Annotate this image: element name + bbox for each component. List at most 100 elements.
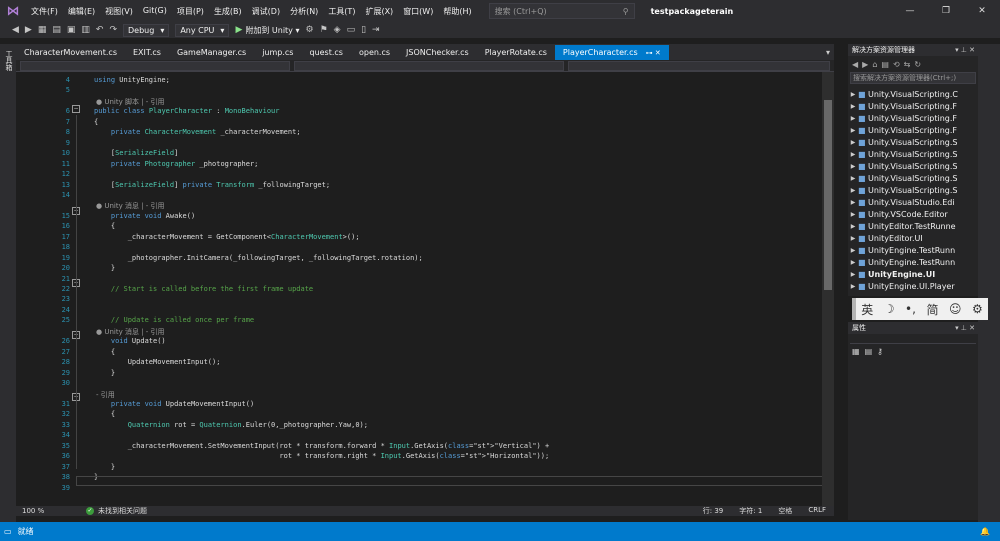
- tab-playerrotate-cs[interactable]: PlayerRotate.cs: [477, 45, 555, 60]
- tab-overflow-icon[interactable]: ▾: [826, 48, 834, 57]
- tab-playercharacter-cs[interactable]: PlayerCharacter.cs ⊶ ✕: [554, 45, 669, 60]
- ime-button[interactable]: 英: [861, 301, 873, 318]
- expand-arrow-icon[interactable]: ▶: [848, 91, 858, 98]
- eol-indicator[interactable]: CRLF: [808, 506, 826, 516]
- back-icon[interactable]: ◀: [12, 25, 19, 35]
- save-icon[interactable]: ▣: [67, 25, 76, 35]
- home-icon[interactable]: ⌂: [872, 60, 877, 69]
- tab-charactermovement-cs[interactable]: CharacterMovement.cs: [16, 45, 125, 60]
- switch-view-icon[interactable]: ▤: [881, 60, 889, 69]
- comment-icon[interactable]: ▭: [347, 25, 356, 35]
- code-line[interactable]: Quaternion rot = Quaternion.Euler(0,_pho…: [94, 421, 368, 429]
- solution-tree-item[interactable]: ▶ ■ Unity.VisualScripting.F: [848, 100, 978, 112]
- forward-icon[interactable]: ▶: [25, 25, 32, 35]
- solution-tree-item[interactable]: ▶ ■ Unity.VisualScripting.S: [848, 184, 978, 196]
- menu-item[interactable]: 扩展(X): [360, 6, 398, 17]
- codelens-hint[interactable]: ● Unity 消息 | - 引用: [96, 327, 165, 337]
- solution-tree-item[interactable]: ▶ ■ Unity.VisualScripting.F: [848, 124, 978, 136]
- sync-icon[interactable]: ⇆: [904, 60, 911, 69]
- solution-tree-item[interactable]: ▶ ■ UnityEngine.TestRunn: [848, 256, 978, 268]
- code-line[interactable]: private Photographer _photographer;: [94, 160, 259, 168]
- expand-arrow-icon[interactable]: ▶: [848, 127, 858, 134]
- tab-gamemanager-cs[interactable]: GameManager.cs: [169, 45, 254, 60]
- tab-close-icon[interactable]: ⊶ ✕: [646, 49, 661, 57]
- config-select[interactable]: Debug ▾: [123, 23, 170, 37]
- properties-object-select[interactable]: [850, 334, 976, 344]
- code-line[interactable]: // Start is called before the first fram…: [94, 285, 313, 293]
- menu-item[interactable]: 调试(D): [247, 6, 285, 17]
- vertical-scrollbar[interactable]: [822, 72, 834, 506]
- codelens-hint[interactable]: - 引用: [96, 390, 115, 400]
- solution-tree-item[interactable]: ▶ ■ Unity.VisualScripting.C: [848, 88, 978, 100]
- search-box[interactable]: 搜索 (Ctrl+Q) ⚲: [488, 3, 635, 19]
- expand-arrow-icon[interactable]: ▶: [848, 139, 858, 146]
- expand-arrow-icon[interactable]: ▶: [848, 259, 858, 266]
- spaces-indicator[interactable]: 空格: [778, 506, 792, 516]
- indent-icon[interactable]: ⇥: [372, 25, 380, 35]
- expand-arrow-icon[interactable]: ▶: [848, 163, 858, 170]
- expand-arrow-icon[interactable]: ▶: [848, 235, 858, 242]
- expand-arrow-icon[interactable]: ▶: [848, 103, 858, 110]
- code-line[interactable]: {: [94, 410, 115, 418]
- bookmark-icon[interactable]: ⚑: [320, 25, 328, 35]
- solution-tree-item[interactable]: ▶ ■ Unity.VisualScripting.S: [848, 148, 978, 160]
- code-line[interactable]: _characterMovement.SetMovementInput(rot …: [94, 442, 549, 450]
- solution-tree-item[interactable]: ▶ ■ Unity.VisualStudio.Edi: [848, 196, 978, 208]
- solution-tree-item[interactable]: ▶ ■ UnityEngine.TestRunn: [848, 244, 978, 256]
- ime-button[interactable]: ☺: [949, 302, 962, 316]
- menu-item[interactable]: 视图(V): [100, 6, 138, 17]
- tab-open-cs[interactable]: open.cs: [351, 45, 398, 60]
- member-nav-dropdown[interactable]: [568, 61, 830, 71]
- menu-item[interactable]: 分析(N): [285, 6, 323, 17]
- redo-icon[interactable]: ↷: [109, 25, 117, 35]
- code-line[interactable]: rot * transform.right * Input.GetAxis(cl…: [94, 452, 549, 460]
- solution-tree-item[interactable]: ▶ ■ UnityEditor.UI: [848, 232, 978, 244]
- project-nav-dropdown[interactable]: [20, 61, 290, 71]
- menu-item[interactable]: 编辑(E): [63, 6, 100, 17]
- expand-arrow-icon[interactable]: ▶: [848, 175, 858, 182]
- code-line[interactable]: }: [94, 264, 115, 272]
- back-icon[interactable]: ◀: [852, 60, 858, 69]
- minimize-button[interactable]: —: [892, 6, 928, 16]
- ime-button[interactable]: ⚙: [972, 302, 983, 316]
- ime-button[interactable]: 简: [926, 301, 938, 318]
- expand-arrow-icon[interactable]: ▶: [848, 115, 858, 122]
- fold-toggle-class[interactable]: −: [72, 105, 80, 113]
- platform-select[interactable]: Any CPU ▾: [175, 23, 230, 37]
- property-pages-icon[interactable]: ⚷: [877, 347, 883, 356]
- uncomment-icon[interactable]: ▯: [361, 25, 366, 35]
- toolbox-tab[interactable]: 工具箱: [4, 50, 14, 71]
- scrollbar-thumb[interactable]: [824, 100, 832, 290]
- tab-jump-cs[interactable]: jump.cs: [254, 45, 301, 60]
- code-line[interactable]: }: [94, 463, 115, 471]
- pending-changes-icon[interactable]: ⟲: [893, 60, 900, 69]
- menu-item[interactable]: 工具(T): [323, 6, 360, 17]
- solution-tree-item[interactable]: ▶ ■ UnityEngine.UI.Player: [848, 280, 978, 292]
- open-folder-icon[interactable]: ▤: [52, 25, 61, 35]
- solution-tree-item[interactable]: ▶ ■ Unity.VSCode.Editor: [848, 208, 978, 220]
- code-line[interactable]: {: [94, 222, 115, 230]
- expand-arrow-icon[interactable]: ▶: [848, 187, 858, 194]
- save-all-icon[interactable]: ▥: [81, 25, 90, 35]
- issues-indicator[interactable]: ✓ 未找到相关问题: [86, 506, 147, 516]
- code-line[interactable]: _photographer.InitCamera(_followingTarge…: [94, 254, 423, 262]
- forward-icon[interactable]: ▶: [862, 60, 868, 69]
- expand-arrow-icon[interactable]: ▶: [848, 199, 858, 206]
- codelens-hint[interactable]: ● Unity 脚本 | - 引用: [96, 97, 165, 107]
- code-line[interactable]: {: [94, 118, 98, 126]
- expand-arrow-icon[interactable]: ▶: [848, 211, 858, 218]
- tab-jsonchecker-cs[interactable]: JSONChecker.cs: [398, 45, 477, 60]
- notification-icon[interactable]: 🔔: [980, 527, 1000, 536]
- code-line[interactable]: [SerializeField]: [94, 149, 178, 157]
- menu-item[interactable]: 帮助(H): [438, 6, 476, 17]
- breakpoint-icon[interactable]: ◈: [334, 25, 341, 35]
- code-line[interactable]: public class PlayerCharacter : MonoBehav…: [94, 107, 279, 115]
- alphabetical-icon[interactable]: ▤: [865, 347, 873, 356]
- expand-arrow-icon[interactable]: ▶: [848, 247, 858, 254]
- menu-item[interactable]: 生成(B): [209, 6, 247, 17]
- expand-arrow-icon[interactable]: ▶: [848, 283, 858, 290]
- ime-button[interactable]: ☽: [884, 302, 895, 316]
- menu-item[interactable]: Git(G): [138, 6, 172, 17]
- solution-tree-item[interactable]: ▶ ■ UnityEditor.TestRunne: [848, 220, 978, 232]
- debug-tool-icon[interactable]: ⚙: [305, 25, 313, 35]
